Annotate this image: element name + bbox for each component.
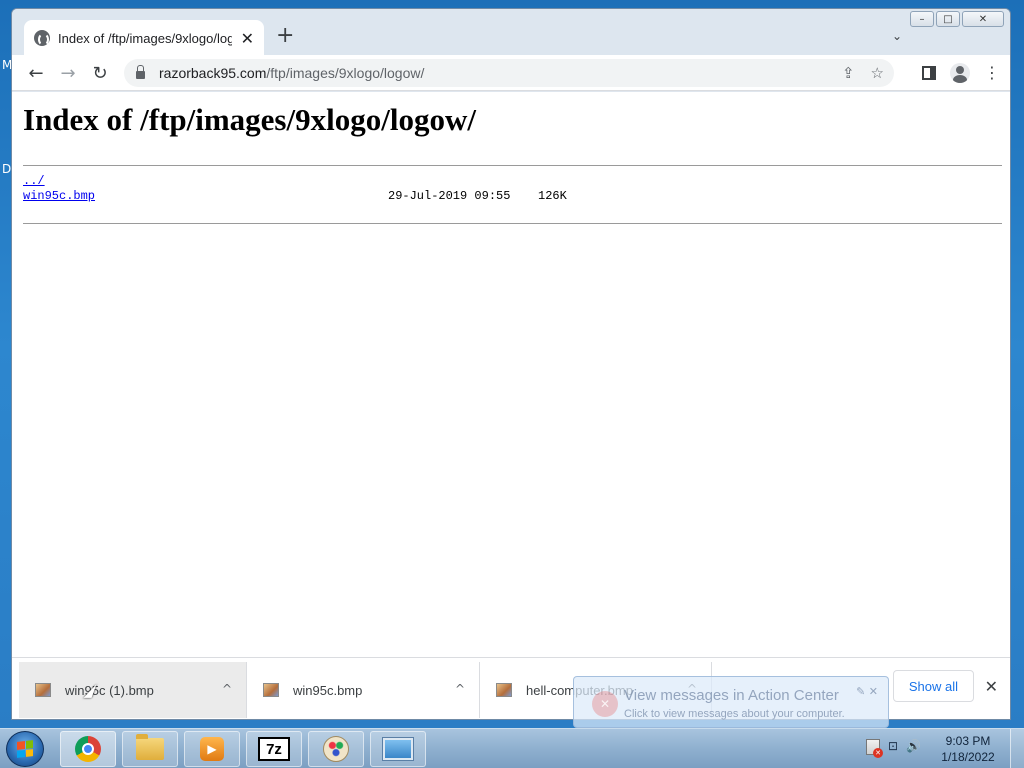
- lock-icon[interactable]: [136, 65, 145, 79]
- desktop-icon-label-fragment-2: D: [2, 162, 12, 176]
- notification-subtitle: Click to view messages about your comput…: [624, 708, 845, 720]
- address-bar[interactable]: razorback95.com/ftp/images/9xlogo/logow/…: [124, 59, 894, 87]
- taskbar-photo-viewer[interactable]: [370, 731, 426, 767]
- menu-kebab-icon[interactable]: ⋮: [984, 65, 1000, 81]
- download-item[interactable]: win95c.bmp ^: [247, 662, 480, 718]
- taskbar-paint[interactable]: [308, 731, 364, 767]
- list-item-parent: ../: [23, 174, 623, 189]
- browser-toolbar: ← → ↻ razorback95.com/ftp/images/9xlogo/…: [12, 55, 1010, 91]
- taskbar: ▶ 7z ⊡ 🔊 9:03 PM 1/18/2022: [0, 728, 1024, 768]
- taskbar-7zip[interactable]: 7z: [246, 731, 302, 767]
- notification-controls[interactable]: ✎ ✕: [856, 685, 878, 698]
- taskbar-chrome[interactable]: [60, 731, 116, 767]
- photo-viewer-icon: [383, 738, 413, 760]
- list-item: win95c.bmp 29-Jul-2019 09:55 126K: [23, 189, 623, 204]
- volume-icon[interactable]: 🔊: [906, 739, 921, 755]
- directory-listing: ../ win95c.bmp 29-Jul-2019 09:55 126K: [23, 174, 623, 204]
- start-button[interactable]: [6, 731, 44, 767]
- maximize-button[interactable]: □: [936, 11, 960, 27]
- show-all-button[interactable]: Show all: [892, 670, 974, 702]
- system-tray: ⊡ 🔊: [866, 739, 921, 758]
- chevron-up-icon[interactable]: ^: [222, 682, 232, 696]
- action-center-tray-icon[interactable]: [866, 739, 883, 758]
- file-link[interactable]: win95c.bmp: [23, 189, 95, 203]
- new-tab-button[interactable]: +: [276, 25, 294, 47]
- close-download-bar-icon[interactable]: ✕: [985, 677, 998, 696]
- chevron-up-icon[interactable]: ^: [455, 682, 465, 696]
- windows-logo-icon: [17, 740, 33, 758]
- side-panel-icon[interactable]: [922, 66, 936, 80]
- tab-active[interactable]: Index of /ftp/images/9xlogo/logow/ ✕: [24, 20, 264, 56]
- paint-icon: [323, 736, 349, 762]
- action-center-notification[interactable]: ✕ View messages in Action Center Click t…: [573, 676, 889, 728]
- file-size: 126K: [538, 189, 567, 203]
- file-date: 29-Jul-2019 09:55: [388, 189, 511, 203]
- reload-button[interactable]: ↻: [88, 61, 112, 85]
- window-controls: – □ ✕: [910, 11, 1004, 27]
- parent-directory-link[interactable]: ../: [23, 174, 45, 188]
- network-icon[interactable]: ⊡: [888, 739, 898, 755]
- chrome-icon: [75, 736, 101, 762]
- close-window-button[interactable]: ✕: [962, 11, 1004, 27]
- title-bar: – □ ✕ Index of /ftp/images/9xlogo/logow/…: [12, 9, 1010, 56]
- url-host: razorback95.com: [159, 65, 267, 81]
- taskbar-explorer[interactable]: [122, 731, 178, 767]
- page-content: Index of /ftp/images/9xlogo/logow/ ../ w…: [12, 92, 1010, 657]
- url-path: /ftp/images/9xlogo/logow/: [266, 65, 425, 81]
- divider-top: [23, 165, 1002, 166]
- globe-icon: [34, 30, 50, 46]
- browser-window: – □ ✕ Index of /ftp/images/9xlogo/logow/…: [11, 8, 1011, 720]
- clock-time: 9:03 PM: [945, 734, 991, 748]
- media-player-icon: ▶: [200, 737, 224, 761]
- download-filename: win95c (1).bmp: [65, 682, 154, 698]
- tab-title: Index of /ftp/images/9xlogo/logow/: [58, 30, 232, 46]
- tab-close-icon[interactable]: ✕: [241, 29, 254, 48]
- clock-date: 1/18/2022: [941, 750, 995, 764]
- system-clock[interactable]: 9:03 PM 1/18/2022: [936, 733, 1000, 765]
- bookmark-star-icon[interactable]: ☆: [871, 64, 884, 82]
- share-icon[interactable]: ⇪: [842, 64, 855, 82]
- profile-avatar-icon[interactable]: [950, 63, 970, 83]
- url-text[interactable]: razorback95.com/ftp/images/9xlogo/logow/: [159, 65, 424, 81]
- forward-button[interactable]: →: [56, 61, 80, 85]
- bitmap-file-icon: [496, 683, 512, 697]
- address-bar-actions: ⇪ ☆: [842, 64, 884, 82]
- action-center-flag-icon: ✕: [592, 691, 618, 717]
- download-filename: win95c.bmp: [293, 682, 363, 698]
- download-item[interactable]: win95c (1).bmp ^: [19, 662, 247, 718]
- 7zip-icon: 7z: [258, 737, 290, 761]
- bitmap-file-icon: [263, 683, 279, 697]
- taskbar-media-player[interactable]: ▶: [184, 731, 240, 767]
- toolbar-right: ⋮: [922, 63, 1000, 83]
- divider-bottom: [23, 223, 1002, 224]
- minimize-button[interactable]: –: [910, 11, 934, 27]
- explorer-icon: [136, 734, 164, 760]
- notification-title: View messages in Action Center: [624, 687, 839, 704]
- page-title: Index of /ftp/images/9xlogo/logow/: [23, 102, 476, 137]
- show-desktop-button[interactable]: [1010, 729, 1024, 768]
- tab-search-button[interactable]: ⌄: [892, 29, 902, 43]
- back-button[interactable]: ←: [24, 61, 48, 85]
- bitmap-file-icon: [35, 683, 51, 697]
